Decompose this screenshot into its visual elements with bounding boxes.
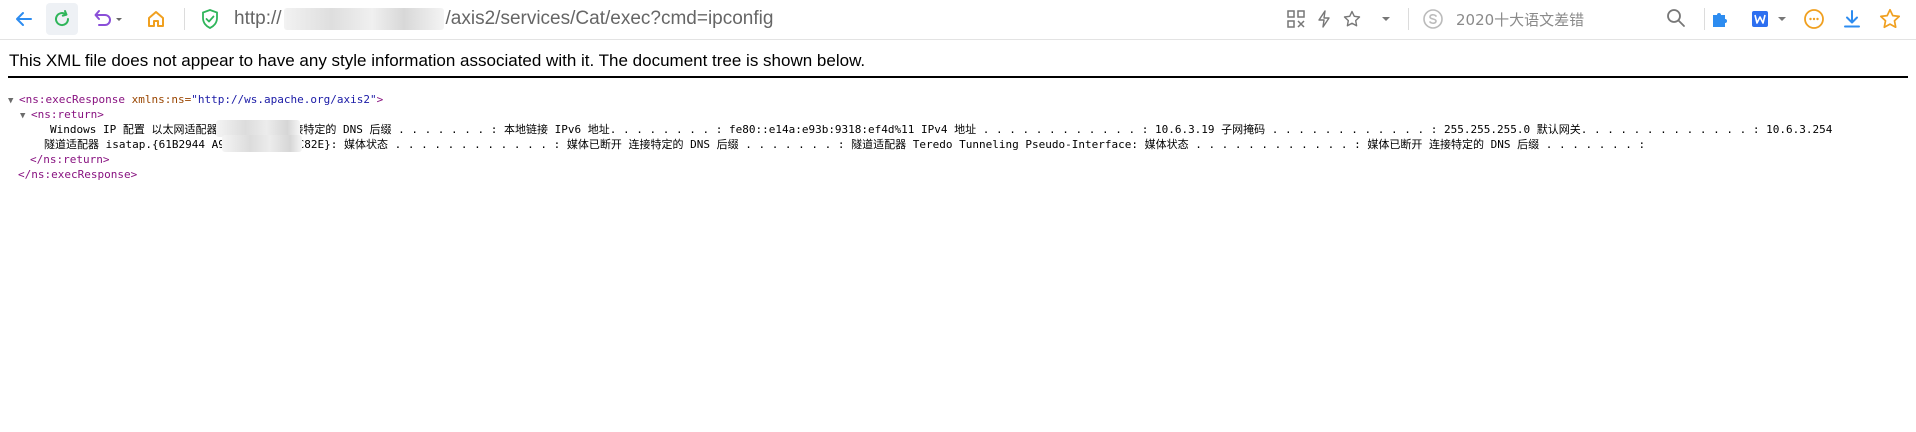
security-shield-icon[interactable] bbox=[196, 5, 224, 33]
search-icon[interactable] bbox=[1666, 8, 1686, 28]
search-box[interactable] bbox=[1418, 4, 1694, 34]
undo-close-tab-button[interactable] bbox=[88, 3, 132, 35]
browser-toolbar: http:// /axis2/services/Cat/exec?cmd=ipco… bbox=[0, 0, 1916, 40]
wps-word-icon[interactable] bbox=[1748, 6, 1772, 32]
refresh-icon bbox=[55, 10, 70, 27]
chevron-down-icon[interactable] bbox=[1374, 6, 1398, 32]
root-attr-name: xmlns:ns bbox=[131, 93, 185, 106]
home-icon bbox=[148, 11, 164, 27]
download-icon[interactable] bbox=[1840, 6, 1864, 32]
favorites-star-icon[interactable] bbox=[1878, 6, 1902, 32]
back-button[interactable] bbox=[8, 3, 40, 35]
url-prefix: http:// bbox=[234, 8, 282, 29]
xml-line-root-close: </ns:execResponse> bbox=[18, 168, 138, 181]
bookmark-star-icon[interactable] bbox=[1340, 6, 1364, 32]
chevron-down-icon[interactable] bbox=[1774, 6, 1790, 32]
address-bar[interactable]: http:// /axis2/services/Cat/exec?cmd=ipco… bbox=[234, 6, 773, 32]
return-close-tag-name: ns:return bbox=[43, 153, 103, 166]
collapse-toggle-icon[interactable]: ▼ bbox=[8, 94, 19, 109]
redacted-host bbox=[283, 7, 444, 30]
xml-line-return-close: </ns:return> bbox=[30, 153, 110, 166]
lightning-icon[interactable] bbox=[1312, 6, 1336, 32]
refresh-button[interactable] bbox=[46, 3, 78, 35]
return-tag-name: ns:return bbox=[37, 108, 98, 121]
smiley-icon[interactable] bbox=[1802, 6, 1826, 32]
extension-puzzle-icon[interactable] bbox=[1708, 6, 1732, 32]
arrow-left-icon bbox=[16, 12, 32, 26]
xml-style-notice: This XML file does not appear to have an… bbox=[9, 51, 866, 70]
collapse-toggle-icon[interactable]: ▼ bbox=[20, 109, 31, 124]
toolbar-separator bbox=[1408, 8, 1409, 30]
root-tag-name: ns:execResponse bbox=[25, 93, 125, 106]
notice-divider bbox=[8, 76, 1908, 78]
root-close-tag-name: ns:execResponse bbox=[31, 168, 131, 181]
toolbar-separator bbox=[1704, 8, 1705, 30]
url-path: /axis2/services/Cat/exec?cmd=ipconfig bbox=[445, 8, 774, 29]
home-button[interactable] bbox=[140, 3, 172, 35]
redaction-blur bbox=[222, 135, 302, 152]
qr-code-icon[interactable] bbox=[1284, 6, 1308, 32]
root-attr-value: "http://ws.apache.org/axis2" bbox=[191, 93, 377, 106]
return-text-line-1: Windows IP 配置 以太网适配器 本地连接: 连接特定的 DNS 后缀 … bbox=[50, 123, 1833, 136]
search-input[interactable] bbox=[1454, 6, 1658, 34]
toolbar-separator bbox=[184, 8, 185, 30]
undo-icon bbox=[94, 10, 122, 26]
search-engine-logo-icon bbox=[1423, 9, 1443, 29]
